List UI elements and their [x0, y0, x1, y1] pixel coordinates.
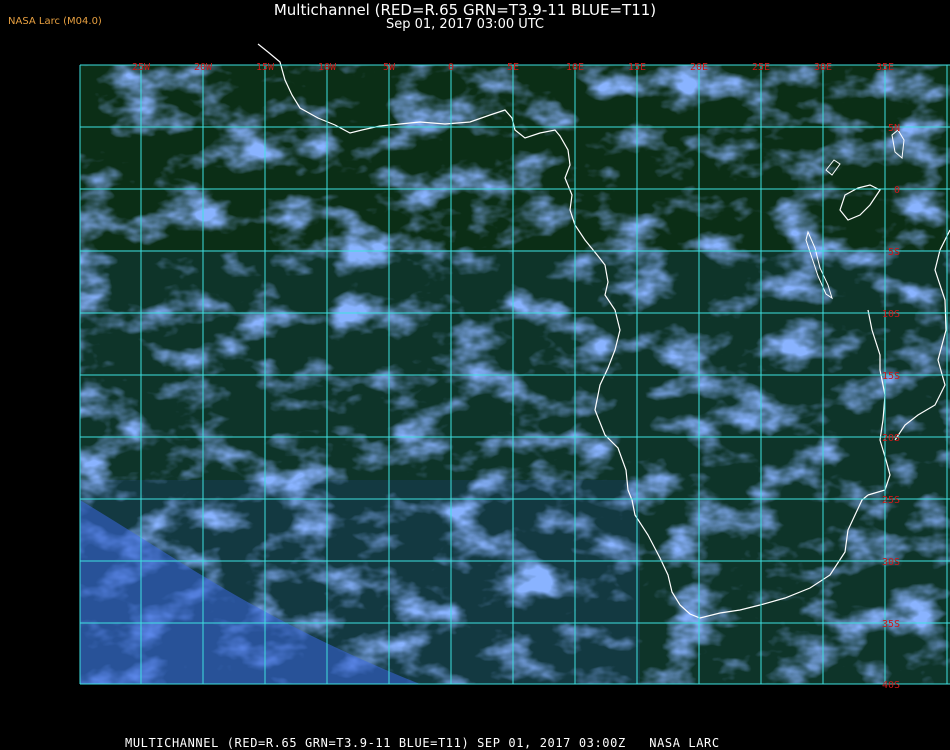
longitude-label: 30E [814, 62, 832, 73]
latitude-label: 30S [882, 557, 900, 568]
longitude-label: 25E [752, 62, 770, 73]
longitude-label: 15W [256, 62, 275, 73]
latitude-label: 5N [888, 123, 900, 134]
longitude-label: 35E [876, 62, 894, 73]
latitude-label: 10S [882, 309, 900, 320]
longitude-label: 5E [507, 62, 519, 73]
latitude-label: 25S [882, 495, 900, 506]
latitude-label: 20S [882, 433, 900, 444]
longitude-label: 25W [132, 62, 151, 73]
latitude-label: 5S [888, 247, 900, 258]
satellite-map: 25W 20W 15W 10W 5W 0 5E 10E 15E 20E 25E 30E 35E 5N 0 5S… [79, 43, 950, 727]
longitude-label: 20E [690, 62, 708, 73]
latitude-label: 35S [882, 619, 900, 630]
longitude-label: 15E [628, 62, 646, 73]
footer-caption: MULTICHANNEL (RED=R.65 GRN=T3.9-11 BLUE=… [125, 736, 720, 750]
no-data-strip [80, 684, 950, 727]
longitude-label: 0 [448, 62, 454, 73]
latitude-label: 0 [894, 185, 900, 196]
longitude-label: 10E [566, 62, 584, 73]
longitude-label: 20W [194, 62, 213, 73]
longitude-label: 10W [318, 62, 337, 73]
longitude-label: 5W [383, 62, 396, 73]
latitude-label: 15S [882, 371, 900, 382]
satellite-viewer: NASA Larc (M04.0) Multichannel (RED=R.65… [0, 0, 950, 750]
latitude-label: 40S [882, 680, 900, 691]
